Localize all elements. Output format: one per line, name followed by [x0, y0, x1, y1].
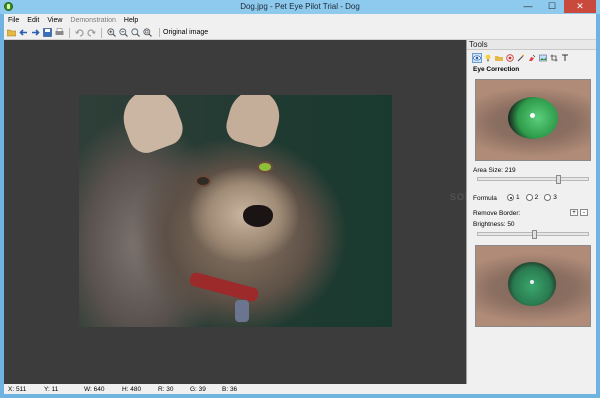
folder-icon[interactable] — [495, 54, 503, 62]
minimize-button[interactable]: — — [516, 0, 540, 13]
brightness-label: Brightness: 50 — [473, 221, 515, 228]
dog-left-eye — [195, 175, 211, 187]
formula-radio-2[interactable] — [525, 194, 533, 201]
status-h: H: 480 — [122, 385, 142, 393]
zoom-fit-icon[interactable] — [131, 28, 140, 37]
brightness-slider-thumb[interactable] — [532, 230, 537, 239]
area-size-slider-thumb[interactable] — [556, 175, 561, 184]
toolbar-separator — [69, 27, 70, 38]
formula-radio-group: 1 2 3 — [507, 194, 557, 201]
zoom-in-icon[interactable] — [107, 28, 116, 37]
formula-radio-1[interactable] — [507, 194, 514, 201]
status-y: Y: 11 — [44, 385, 59, 393]
formula-option-1-label: 1 — [516, 194, 520, 202]
image-icon[interactable] — [539, 54, 547, 62]
magic-wand-icon[interactable] — [517, 54, 525, 62]
zoom-actual-icon[interactable] — [143, 28, 152, 37]
formula-option-3-label: 3 — [553, 194, 557, 202]
maximize-button[interactable]: ☐ — [540, 0, 564, 13]
tools-iconbar — [467, 50, 596, 64]
dog-left-ear — [115, 95, 188, 158]
undo-icon[interactable] — [75, 28, 84, 37]
remove-border-remove-button[interactable]: - — [580, 209, 588, 216]
dog-right-ear — [222, 95, 286, 151]
text-icon[interactable] — [561, 54, 569, 62]
status-x: X: 511 — [8, 385, 27, 393]
menu-demonstration[interactable]: Demonstration — [70, 17, 116, 24]
after-eye-image — [508, 262, 556, 306]
dog-tag — [235, 300, 249, 322]
formula-label: Formula — [473, 195, 497, 202]
toolbar: Original image — [4, 26, 596, 40]
target-icon[interactable] — [506, 54, 514, 62]
menu-help[interactable]: Help — [124, 17, 138, 24]
eye-correction-title: Eye Correction — [473, 66, 520, 73]
dog-right-eye — [257, 161, 273, 173]
zoom-out-icon[interactable] — [119, 28, 128, 37]
eye-correction-icon[interactable] — [472, 53, 482, 63]
toolbar-separator — [101, 27, 102, 38]
dog-photo[interactable] — [79, 95, 392, 327]
formula-option-1[interactable]: 1 — [507, 194, 520, 201]
area-size-label: Area Size: 219 — [473, 167, 516, 174]
save-icon[interactable] — [43, 28, 52, 37]
redo-icon[interactable] — [87, 28, 96, 37]
before-preview — [475, 79, 591, 161]
bulb-icon[interactable] — [484, 54, 492, 62]
remove-border-buttons: + - — [570, 209, 588, 216]
print-icon[interactable] — [55, 28, 64, 37]
back-arrow-icon[interactable] — [19, 28, 28, 37]
formula-option-2-label: 2 — [534, 194, 539, 202]
tools-header: Tools — [467, 40, 596, 50]
before-eye-image — [508, 97, 558, 139]
menu-view[interactable]: View — [47, 17, 62, 24]
brightness-slider[interactable] — [477, 230, 589, 239]
dog-nose — [243, 205, 273, 227]
tools-panel: Tools Eye Correction Area Size: 219 Form… — [466, 40, 596, 384]
remove-border-label: Remove Border: — [473, 210, 521, 217]
status-w: W: 640 — [84, 385, 105, 393]
area-size-slider[interactable] — [477, 175, 589, 184]
status-r: R: 30 — [158, 385, 174, 393]
menu-edit[interactable]: Edit — [27, 17, 39, 24]
window-title: Dog.jpg - Pet Eye Pilot Trial - Dog — [240, 2, 360, 11]
original-image-button[interactable]: Original image — [159, 28, 211, 37]
after-preview — [475, 245, 591, 327]
remove-border-add-button[interactable]: + — [570, 209, 578, 216]
status-b: B: 36 — [222, 385, 238, 393]
forward-arrow-icon[interactable] — [31, 28, 40, 37]
status-bar: X: 511 Y: 11 W: 640 H: 480 R: 30 G: 39 B… — [4, 384, 596, 394]
close-button[interactable]: ✕ — [564, 0, 596, 13]
crop-icon[interactable] — [550, 54, 558, 62]
formula-option-2[interactable]: 2 — [525, 194, 539, 202]
title-bar: Dog.jpg - Pet Eye Pilot Trial - Dog — ☐ … — [0, 0, 600, 14]
menu-file[interactable]: File — [8, 17, 19, 24]
paint-icon[interactable] — [528, 54, 536, 62]
menu-bar: File Edit View Demonstration Help — [4, 14, 596, 26]
formula-radio-3[interactable] — [544, 194, 552, 201]
status-g: G: 39 — [190, 385, 206, 393]
open-folder-icon[interactable] — [6, 28, 17, 37]
formula-option-3[interactable]: 3 — [544, 194, 557, 201]
dog-collar — [188, 271, 260, 303]
image-canvas[interactable]: SOF — [4, 40, 471, 384]
